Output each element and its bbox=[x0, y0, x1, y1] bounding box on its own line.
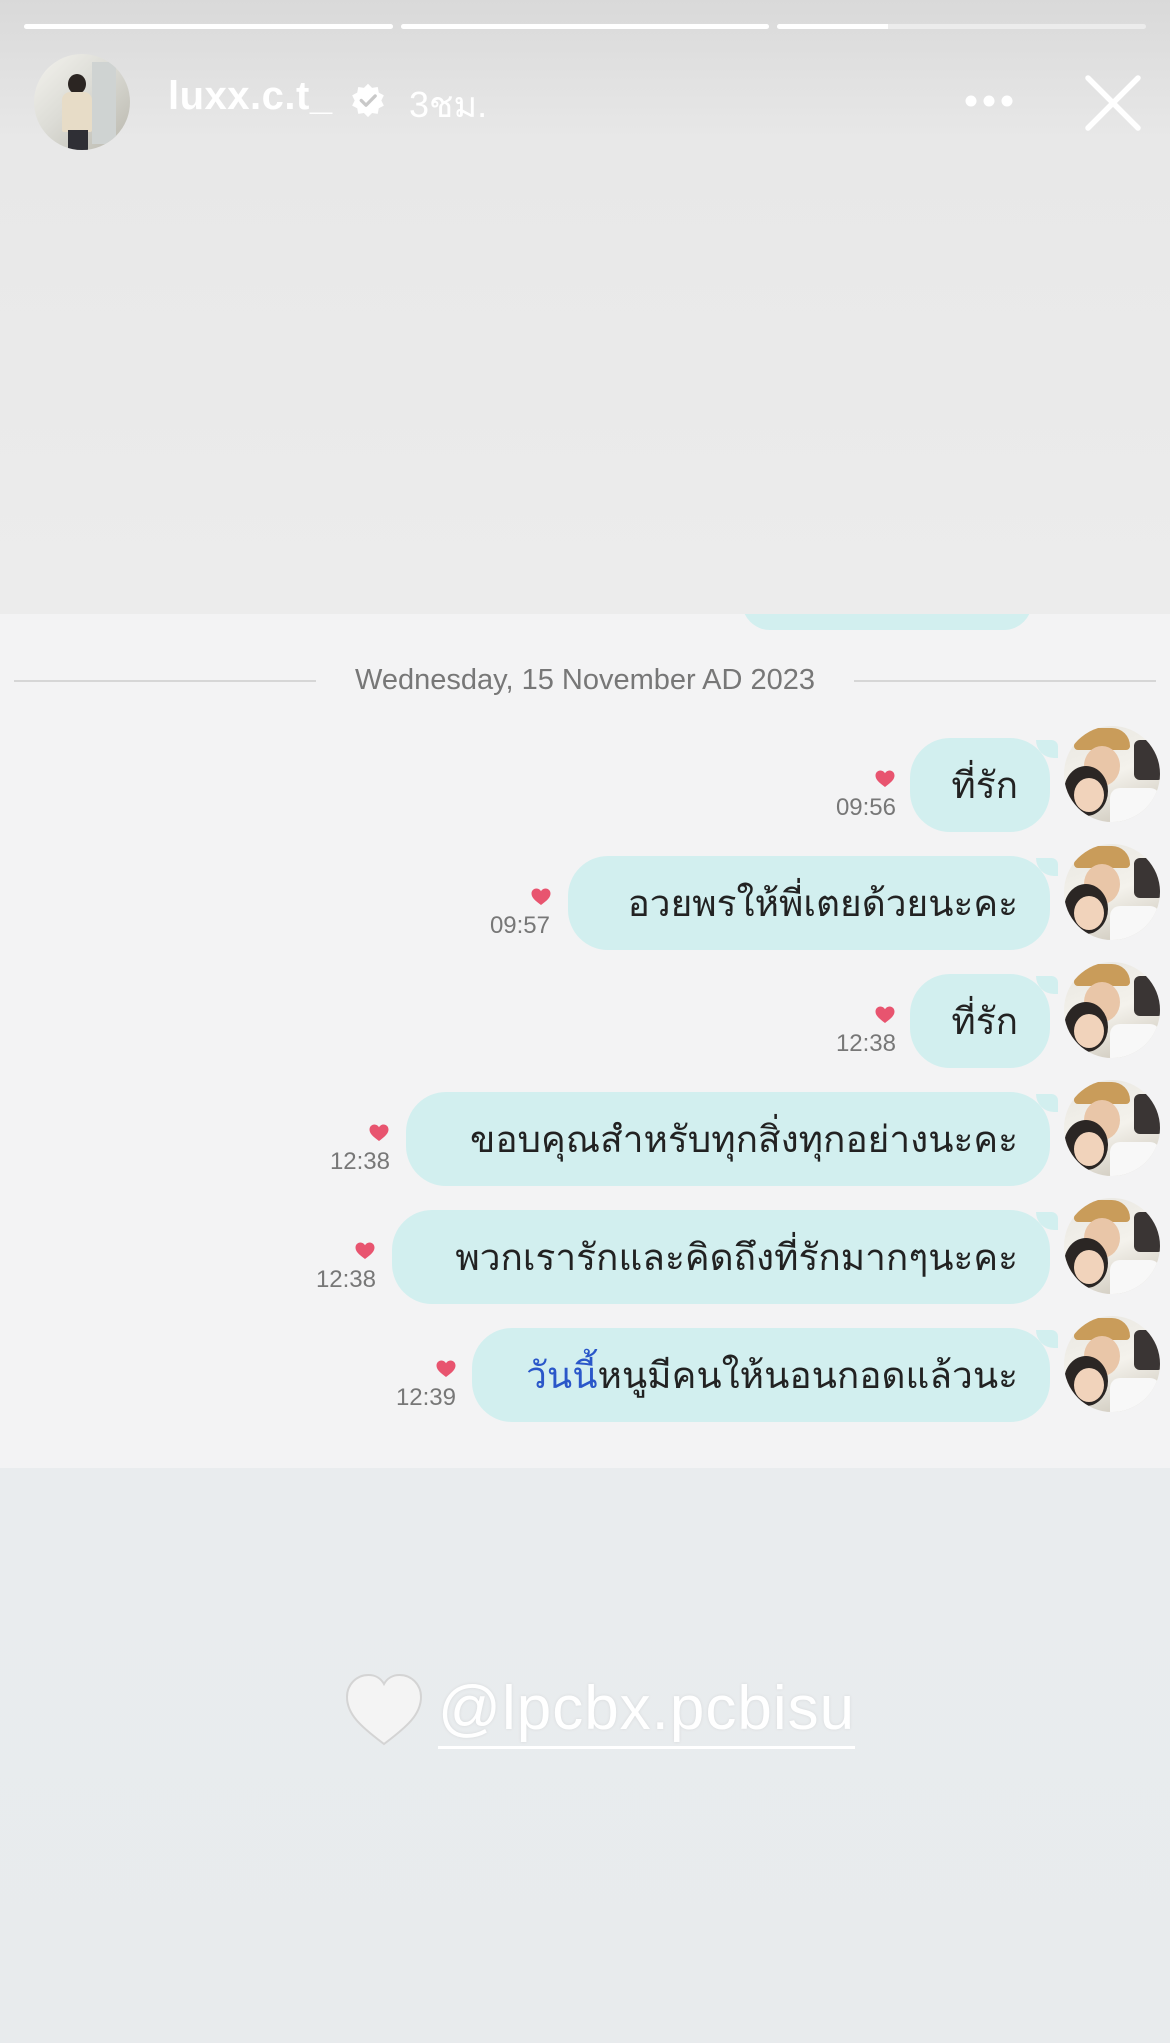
avatar-background-pillar bbox=[92, 62, 116, 144]
message-bubble[interactable]: พวกเรารักและคิดถึงที่รักมากๆนะคะ bbox=[392, 1210, 1050, 1304]
progress-fill bbox=[777, 24, 888, 29]
avatar-person-body bbox=[62, 92, 92, 132]
sender-avatar[interactable] bbox=[1064, 844, 1160, 940]
message-time: 12:38 bbox=[315, 1266, 376, 1293]
avatar-detail bbox=[1134, 740, 1160, 780]
chat-message: พวกเรารักและคิดถึงที่รักมากๆนะคะ 12:38 bbox=[0, 1198, 1170, 1304]
avatar-detail bbox=[1074, 1250, 1104, 1284]
story-progress-segment-3 bbox=[777, 24, 1147, 29]
avatar-detail bbox=[1074, 1014, 1104, 1048]
sender-avatar[interactable] bbox=[1064, 1080, 1160, 1176]
message-bubble[interactable]: อวยพรให้พี่เตยด้วยนะคะ bbox=[568, 856, 1050, 950]
avatar-detail bbox=[1110, 788, 1160, 822]
story-progress-segment-2 bbox=[400, 24, 770, 29]
heart-icon bbox=[531, 888, 551, 905]
message-time: 12:39 bbox=[395, 1384, 456, 1411]
avatar-detail bbox=[1110, 1260, 1160, 1294]
message-time: 09:56 bbox=[835, 794, 896, 821]
avatar-detail bbox=[1110, 1024, 1160, 1058]
mention-handle[interactable]: @lpcbx.pcbisu bbox=[438, 1672, 856, 1749]
previous-message-bubble-partial bbox=[742, 614, 1032, 630]
username[interactable]: luxx.c.t_ bbox=[168, 74, 333, 119]
message-highlight-word[interactable]: วันนี้ bbox=[526, 1346, 597, 1405]
avatar-detail bbox=[1110, 906, 1160, 940]
chat-message: อวยพรให้พี่เตยด้วยนะคะ 09:57 bbox=[0, 844, 1170, 950]
date-divider: Wednesday, 15 November AD 2023 bbox=[14, 660, 1156, 700]
profile-avatar[interactable] bbox=[34, 54, 130, 150]
message-text: ขอบคุณสำหรับทุกสิ่งทุกอย่างนะคะ bbox=[470, 1117, 1018, 1161]
message-bubble[interactable]: ที่รัก bbox=[910, 974, 1050, 1068]
avatar-detail bbox=[1134, 858, 1160, 898]
verified-badge-icon bbox=[352, 83, 384, 118]
sender-avatar[interactable] bbox=[1064, 726, 1160, 822]
sender-avatar[interactable] bbox=[1064, 1198, 1160, 1294]
mention-sticker[interactable]: @lpcbx.pcbisu bbox=[344, 1662, 856, 1758]
progress-fill bbox=[400, 24, 770, 29]
chat-screenshot: Wednesday, 15 November AD 2023 ที่รัก 09… bbox=[0, 614, 1170, 1468]
story-time-ago: 3ชม. bbox=[409, 84, 488, 125]
avatar-detail bbox=[1074, 1132, 1104, 1166]
avatar-detail bbox=[1074, 1368, 1104, 1402]
heart-icon bbox=[875, 1006, 895, 1023]
avatar-detail bbox=[1134, 1330, 1160, 1370]
heart-icon bbox=[369, 1124, 389, 1141]
message-bubble[interactable]: ขอบคุณสำหรับทุกสิ่งทุกอย่างนะคะ bbox=[406, 1092, 1050, 1186]
avatar-detail bbox=[1134, 1212, 1160, 1252]
avatar-detail bbox=[1110, 1378, 1160, 1412]
chat-message: วันนี้ หนูมีคนให้นอนกอดแล้วนะ 12:39 bbox=[0, 1316, 1170, 1422]
date-label: Wednesday, 15 November AD 2023 bbox=[341, 664, 829, 696]
avatar-detail bbox=[1134, 976, 1160, 1016]
avatar-detail bbox=[1110, 1142, 1160, 1176]
more-icon[interactable] bbox=[964, 94, 1014, 108]
heart-icon bbox=[436, 1360, 456, 1377]
avatar-detail bbox=[1074, 778, 1104, 812]
story-progress-segment-1 bbox=[24, 24, 393, 29]
story-progress-bars bbox=[24, 24, 1147, 30]
message-time: 12:38 bbox=[835, 1030, 896, 1057]
heart-icon bbox=[355, 1242, 375, 1259]
avatar-person-head bbox=[68, 74, 86, 94]
heart-icon bbox=[875, 770, 895, 787]
avatar-person-legs bbox=[68, 130, 88, 150]
chat-message: ที่รัก 12:38 bbox=[0, 962, 1170, 1068]
story-header: luxx.c.t_ 3ชม. bbox=[34, 54, 1144, 150]
sender-avatar[interactable] bbox=[1064, 962, 1160, 1058]
avatar-detail bbox=[1074, 896, 1104, 930]
message-text: ที่รัก bbox=[951, 999, 1018, 1043]
message-time: 12:38 bbox=[329, 1148, 390, 1175]
message-bubble[interactable]: ที่รัก bbox=[910, 738, 1050, 832]
message-text: ที่รัก bbox=[951, 763, 1018, 807]
message-text: อวยพรให้พี่เตยด้วยนะคะ bbox=[627, 881, 1018, 925]
white-heart-icon bbox=[345, 1673, 423, 1746]
chat-message: ที่รัก 09:56 bbox=[0, 726, 1170, 832]
message-bubble[interactable]: วันนี้ หนูมีคนให้นอนกอดแล้วนะ bbox=[472, 1328, 1050, 1422]
close-icon[interactable] bbox=[1082, 72, 1144, 134]
date-label-wrap: Wednesday, 15 November AD 2023 bbox=[14, 664, 1156, 697]
progress-fill bbox=[24, 24, 393, 29]
message-text: พวกเรารักและคิดถึงที่รักมากๆนะคะ bbox=[455, 1235, 1018, 1279]
message-text: หนูมีคนให้นอนกอดแล้วนะ bbox=[597, 1353, 1019, 1397]
avatar-detail bbox=[1134, 1094, 1160, 1134]
message-time: 09:57 bbox=[489, 912, 550, 939]
sender-avatar[interactable] bbox=[1064, 1316, 1160, 1412]
chat-message: ขอบคุณสำหรับทุกสิ่งทุกอย่างนะคะ 12:38 bbox=[0, 1080, 1170, 1186]
